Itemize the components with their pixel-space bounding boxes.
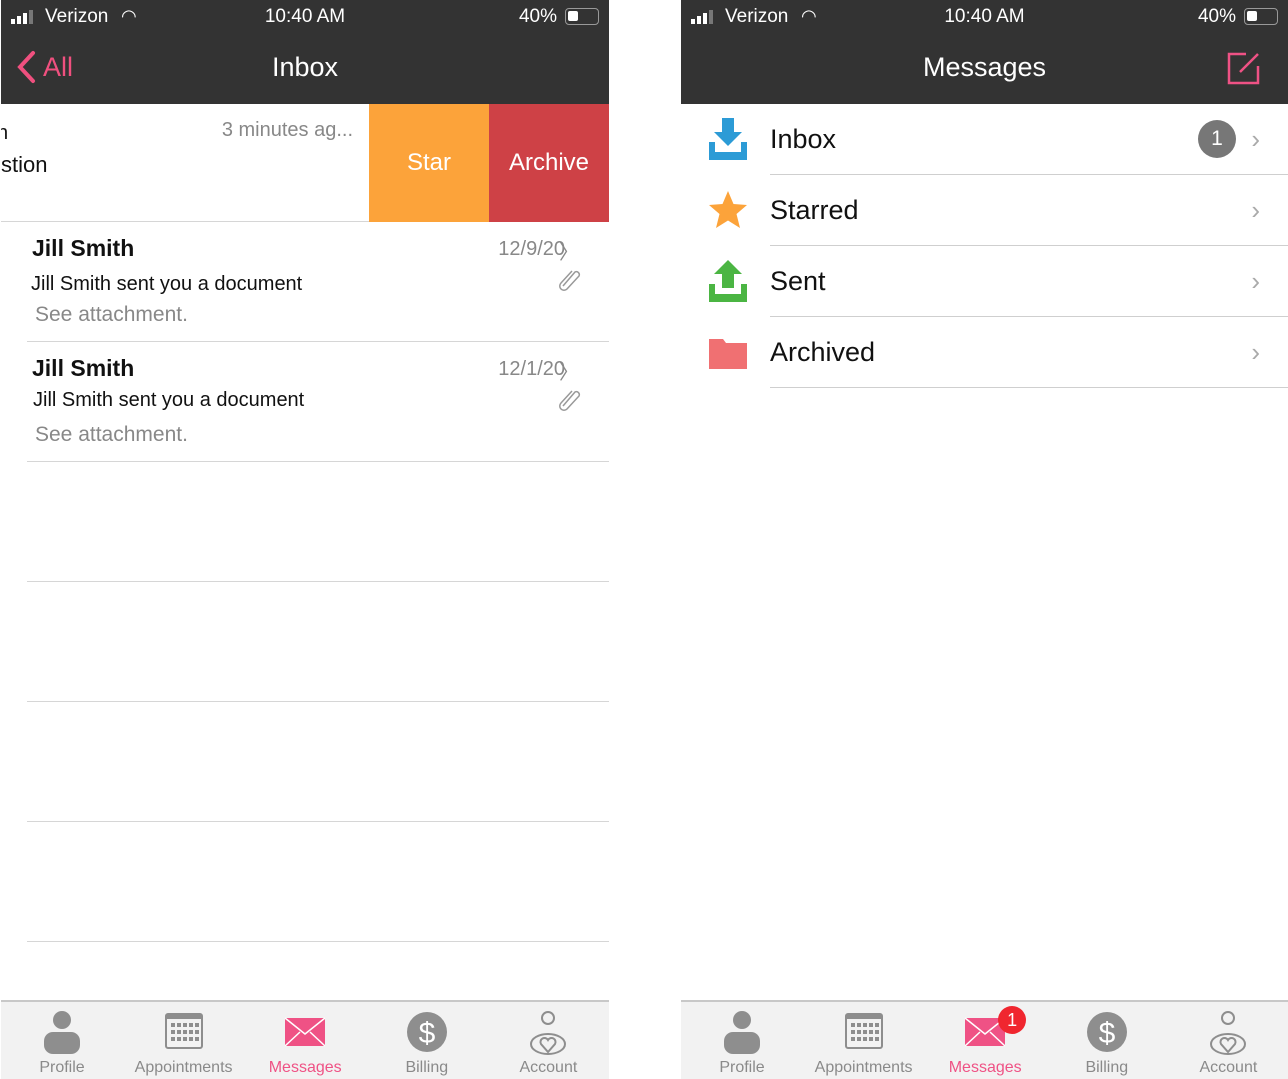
tab-label: Billing [405, 1059, 449, 1076]
sender-partial: n [1, 122, 9, 144]
tab-label: Account [1199, 1059, 1258, 1076]
star-button[interactable]: Star [369, 104, 489, 222]
tab-bar: Profile Appointments Messages 1 $ Billing Acco… [681, 1000, 1288, 1079]
person-icon [44, 1011, 80, 1054]
battery-icon [565, 8, 599, 25]
message-row[interactable]: Jill Smith 12/9/20 〉 Jill Smith sent you… [27, 222, 609, 342]
archive-button[interactable]: Archive [489, 104, 609, 222]
subject: Jill Smith sent you a document [33, 389, 305, 411]
message-row[interactable]: Jill Smith 12/1/20 〉 Jill Smith sent you… [27, 342, 609, 462]
tab-profile[interactable]: Profile [681, 1002, 803, 1079]
empty-row [27, 462, 609, 582]
chevron-right-icon: › [1251, 195, 1260, 225]
sender: Jill Smith [32, 355, 135, 381]
folder-label: Archived [770, 337, 876, 367]
tab-billing[interactable]: $ Billing [1046, 1002, 1168, 1079]
calendar-icon [164, 1013, 203, 1049]
unread-count-badge: 1 [1198, 120, 1236, 158]
tab-appointments[interactable]: Appointments [803, 1002, 925, 1079]
message-time: 3 minutes ag... [221, 119, 353, 141]
subject: Jill Smith sent you a document [31, 273, 303, 295]
folder-label: Sent [770, 266, 826, 296]
tab-billing[interactable]: $ Billing [366, 1002, 488, 1079]
tab-messages[interactable]: Messages 1 [924, 1002, 1046, 1079]
person-icon [724, 1011, 760, 1054]
sent-upload-icon [709, 260, 747, 302]
inbox-screen: Verizon ◠ 10:40 AM 40% All Inbox n 3 min… [1, 0, 609, 1079]
status-bar: Verizon ◠ 10:40 AM 40% [681, 0, 1288, 34]
compose-icon[interactable] [1226, 50, 1262, 86]
tab-account[interactable]: Account [487, 1002, 609, 1079]
tab-label: Appointments [134, 1059, 233, 1076]
clock: 10:40 AM [944, 6, 1025, 27]
battery-percent: 40% [518, 6, 557, 27]
folder-label: Starred [770, 195, 859, 225]
svg-text:$: $ [418, 1017, 435, 1050]
calendar-icon [844, 1013, 883, 1049]
notification-badge: 1 [998, 1006, 1027, 1034]
tab-appointments[interactable]: Appointments [123, 1002, 245, 1079]
envelope-icon [285, 1017, 326, 1047]
star-icon [709, 191, 747, 228]
battery-icon [1244, 8, 1278, 25]
clock: 10:40 AM [264, 6, 346, 27]
paperclip-icon [559, 270, 581, 291]
tab-label: Appointments [814, 1059, 913, 1076]
nav-bar: All Inbox [1, 34, 609, 104]
date: 12/1/20 [498, 358, 565, 380]
date: 12/9/20 [498, 238, 565, 260]
preview: See attachment. [35, 423, 188, 446]
chevron-right-icon: › [1251, 337, 1260, 367]
chevron-right-icon: › [1251, 124, 1260, 154]
paperclip-icon [559, 390, 581, 411]
account-heart-icon [1210, 1011, 1247, 1055]
tab-label: Profile [39, 1059, 85, 1076]
tab-label: Messages [268, 1059, 342, 1076]
empty-row [27, 822, 609, 942]
page-title: Inbox [271, 52, 339, 82]
folder-inbox[interactable]: Inbox 1 › [681, 104, 1288, 175]
tab-account[interactable]: Account [1167, 1002, 1288, 1079]
inbox-download-icon [709, 118, 747, 160]
battery-percent: 40% [1197, 6, 1236, 27]
tab-messages[interactable]: Messages [244, 1002, 366, 1079]
chevron-right-icon: › [1251, 266, 1260, 296]
nav-bar: Messages [681, 34, 1288, 104]
account-heart-icon [530, 1011, 567, 1055]
empty-row [27, 582, 609, 702]
dollar-icon: $ [1086, 1012, 1127, 1052]
empty-row [27, 702, 609, 822]
folder-sent[interactable]: Sent › [681, 246, 1288, 317]
chevron-right-icon: 〉 [559, 242, 579, 264]
sender: Jill Smith [32, 235, 135, 261]
folder-archived[interactable]: Archived › [681, 317, 1288, 388]
swiped-message-row[interactable]: n 3 minutes ag... stion Star Archive [1, 104, 609, 222]
subject-partial: stion [1, 152, 48, 177]
dollar-icon: $ [406, 1012, 447, 1052]
svg-text:$: $ [1098, 1017, 1115, 1050]
chevron-right-icon: 〉 [559, 362, 579, 384]
folder-label: Inbox [770, 124, 837, 154]
preview: See attachment. [35, 303, 188, 326]
tab-label: Messages [948, 1059, 1022, 1076]
tab-label: Profile [719, 1059, 765, 1076]
page-title: Messages [922, 52, 1047, 82]
folder-starred[interactable]: Starred › [681, 175, 1288, 246]
messages-screen: Verizon ◠ 10:40 AM 40% Messages Inbox 1 … [681, 0, 1288, 1079]
tab-label: Billing [1085, 1059, 1129, 1076]
tab-label: Account [519, 1059, 578, 1076]
tab-bar: Profile Appointments Messages $ Billing Accou… [1, 1000, 609, 1079]
tab-profile[interactable]: Profile [1, 1002, 123, 1079]
folder-icon [709, 339, 747, 369]
status-bar: Verizon ◠ 10:40 AM 40% [1, 0, 609, 34]
